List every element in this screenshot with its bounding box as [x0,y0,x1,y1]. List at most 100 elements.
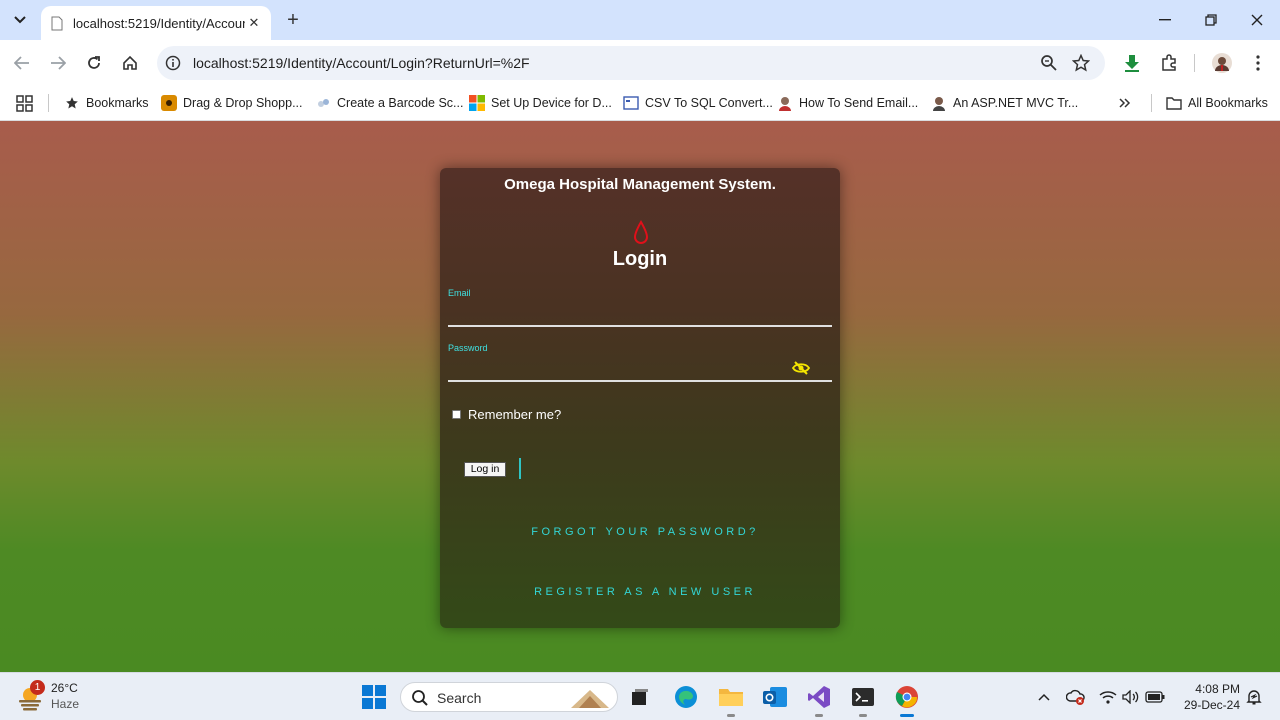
arrow-left-icon [14,56,29,70]
back-button[interactable] [10,51,34,75]
arrow-right-icon [51,56,66,70]
minimize-icon [1159,19,1171,21]
bookmark-star-icon[interactable] [1071,53,1091,77]
login-button[interactable]: Log in [464,462,506,477]
restore-button[interactable] [1188,6,1234,34]
register-link[interactable]: REGISTER AS A NEW USER [440,586,850,598]
bookmarks-bar: Bookmarks Drag & Drop Shopp... Create a … [0,86,1280,121]
password-field[interactable] [448,359,788,379]
close-icon [1251,14,1263,26]
home-button[interactable] [118,51,142,75]
running-indicator [727,714,735,717]
speaker-icon [1122,690,1139,704]
onedrive-status[interactable] [1066,687,1086,707]
all-bookmarks-button[interactable]: All Bookmarks [1166,92,1268,114]
remember-me-checkbox[interactable] [452,410,461,419]
edge-app[interactable] [669,680,703,714]
system-clock[interactable]: 4:08 PM 29-Dec-24 [1176,681,1240,713]
visual-studio-app[interactable] [802,680,836,717]
notifications-button[interactable] [1244,687,1264,707]
bookmarks-divider [48,94,49,112]
wifi-icon [1099,691,1117,704]
password-underline [448,380,832,382]
double-chevron-right-icon [1119,98,1131,108]
email-underline [448,325,832,327]
profile-avatar[interactable] [1211,52,1233,74]
bookmark-item[interactable]: Drag & Drop Shopp... [161,92,303,114]
tab-search-button[interactable] [8,8,32,32]
address-bar[interactable]: localhost:5219/Identity/Account/Login?Re… [157,46,1105,80]
weather-condition: Haze [51,697,80,711]
terminal-icon [852,688,874,706]
bookmark-item[interactable]: How To Send Email... [777,92,918,114]
bookmark-label: CSV To SQL Convert... [645,96,773,110]
site-icon [315,95,331,111]
taskbar-search[interactable]: Search [400,682,618,712]
chevron-up-icon [1038,693,1050,701]
login-heading: Login [612,248,668,270]
remember-me-label: Remember me? [468,407,562,422]
task-view-button[interactable] [623,680,657,714]
windows-icon [362,685,386,709]
email-field[interactable] [448,304,788,324]
browser-menu-button[interactable] [1247,52,1269,74]
bookmark-item[interactable]: Create a Barcode Sc... [315,92,463,114]
minimize-button[interactable] [1142,6,1188,34]
extensions-button[interactable] [1158,52,1180,74]
bookmark-item[interactable]: CSV To SQL Convert... [623,92,773,114]
battery-charging-icon [1145,691,1165,703]
folder-icon [1166,95,1182,111]
chrome-app[interactable] [890,680,924,717]
site-info-icon[interactable] [165,55,181,71]
avatar-icon [1212,53,1232,73]
bookmark-label: Drag & Drop Shopp... [183,96,303,110]
browser-tab[interactable]: localhost:5219/Identity/Account/Login ✕ [41,6,271,40]
terminal-app[interactable] [846,680,880,717]
bookmark-label: Create a Barcode Sc... [337,96,464,110]
page-icon [51,15,65,31]
forward-button[interactable] [46,51,70,75]
volume-control[interactable] [1121,687,1141,707]
site-icon [623,95,639,111]
new-tab-button[interactable]: + [282,9,304,31]
avatar-icon [777,95,793,111]
outlook-app[interactable] [758,680,792,714]
focus-indicator [519,458,521,479]
more-bookmarks-button[interactable] [1119,92,1131,114]
battery-status[interactable] [1145,687,1165,707]
password-label: Password [448,343,488,353]
clock-time: 4:08 PM [1195,682,1240,696]
file-explorer-app[interactable] [714,680,748,717]
download-button[interactable] [1121,52,1143,74]
tab-title: localhost:5219/Identity/Account/Login [73,15,245,31]
weather-widget[interactable]: 1 26°C Haze [16,680,96,713]
apps-button[interactable] [16,93,34,115]
app-title: Omega Hospital Management System. [504,176,776,193]
reload-icon [88,56,100,69]
eye-slash-icon[interactable] [792,361,810,375]
download-icon [1125,55,1139,72]
bookmark-label: Set Up Device for D... [491,96,612,110]
weather-temperature: 26°C [51,681,78,695]
close-tab-icon[interactable]: ✕ [245,14,263,32]
zoom-icon[interactable] [1040,54,1058,77]
search-icon [412,690,428,706]
home-icon [123,55,137,70]
forgot-password-link[interactable]: FORGOT YOUR PASSWORD? [440,526,850,538]
taskbar: 1 26°C Haze Search 4:08 PM 29-Dec-24 [0,672,1280,720]
show-hidden-icons[interactable] [1034,687,1054,707]
task-view-icon [632,689,648,705]
wifi-status[interactable] [1098,687,1118,707]
bookmark-item[interactable]: An ASP.NET MVC Tr... [931,92,1078,114]
close-window-button[interactable] [1234,6,1280,34]
remember-me[interactable]: Remember me? [452,407,561,422]
clock-date: 29-Dec-24 [1183,698,1240,712]
start-button[interactable] [357,680,391,714]
bookmark-item[interactable]: Bookmarks [64,92,149,114]
chrome-icon [895,686,918,708]
login-card: Omega Hospital Management System. Login … [440,168,840,628]
reload-button[interactable] [82,51,106,75]
chevron-down-icon [14,16,26,24]
bookmark-item[interactable]: Set Up Device for D... [469,92,612,114]
bookmark-label: How To Send Email... [799,96,919,110]
